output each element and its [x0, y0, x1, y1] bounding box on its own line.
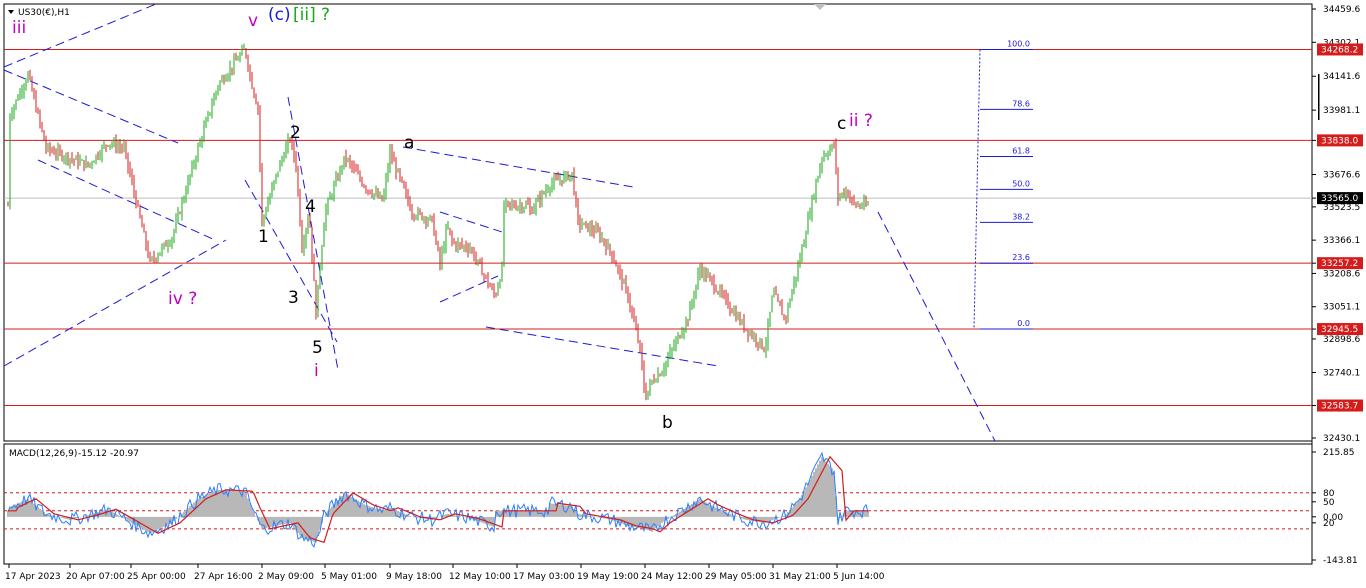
scale-scrollbar[interactable] [1318, 74, 1320, 120]
x-tick-label: 9 May 18:00 [386, 572, 442, 582]
y-tick-label: 33523.5 [1323, 203, 1360, 213]
x-tick-label: 17 May 03:00 [513, 572, 575, 582]
price-badge-label: 34268.2 [1321, 45, 1358, 55]
y-tick-label: 32740.1 [1323, 368, 1360, 378]
y-tick-label: 34141.6 [1323, 72, 1360, 82]
wave-label: iv ? [168, 289, 197, 309]
fib-label: 38.2 [1012, 212, 1030, 221]
wave-label: [ii] [293, 5, 316, 25]
wave-label: ? [321, 5, 330, 25]
wave-label: iii [12, 18, 26, 38]
y-tick-label: 33676.6 [1323, 171, 1360, 181]
fib-label: 100.0 [1007, 39, 1030, 48]
wave-label: 1 [258, 227, 269, 247]
wave-label: v [248, 11, 258, 31]
wave-label: (c) [268, 5, 291, 25]
y-tick-label: 33981.1 [1323, 106, 1360, 116]
wave-label: 5 [312, 338, 323, 358]
wave-label: 4 [305, 197, 316, 217]
x-tick-label: 27 Apr 16:00 [194, 572, 253, 582]
wave-label: 3 [288, 288, 299, 308]
wave-label: a [404, 133, 414, 153]
wave-label: ii ? [849, 111, 873, 131]
price-badge-label: 33565.0 [1321, 194, 1358, 204]
y-tick-label: 32430.1 [1323, 434, 1360, 444]
x-tick-label: 25 Apr 00:00 [127, 572, 186, 582]
fib-label: 0.0 [1017, 319, 1030, 328]
x-tick-label: 17 Apr 2023 [5, 572, 61, 582]
fib-label: 78.6 [1012, 99, 1030, 108]
price-badge-label: 33257.2 [1321, 259, 1358, 269]
wave-label: c [837, 114, 846, 134]
y-tick-label: 33366.1 [1323, 236, 1360, 246]
wave-label: i [314, 361, 319, 381]
price-chart[interactable]: 100.078.661.850.038.223.60.0 215.8580500… [0, 0, 1366, 588]
x-tick-label: 31 May 21:00 [769, 572, 831, 582]
wave-label: 2 [290, 123, 301, 143]
fib-label: 50.0 [1012, 179, 1030, 188]
macd-value: -15.12 [78, 449, 107, 459]
x-tick-label: 5 Jun 14:00 [833, 572, 885, 582]
price-badge-label: 33838.0 [1321, 136, 1358, 146]
y-tick-label: 32898.6 [1323, 335, 1360, 345]
macd-title: MACD(12,26,9) [9, 449, 77, 459]
macd-y-tick-label: 215.85 [1323, 448, 1355, 458]
x-tick-label: 19 May 19:00 [577, 572, 639, 582]
wave-label: b [662, 413, 673, 433]
macd-y-tick-label: 20 [1323, 519, 1335, 529]
x-tick-label: 24 May 12:00 [641, 572, 703, 582]
y-tick-label: 33208.6 [1323, 269, 1360, 279]
y-tick-label: 33051.1 [1323, 303, 1360, 313]
x-tick-label: 20 Apr 07:00 [66, 572, 125, 582]
macd-y-tick-label: 50 [1323, 498, 1335, 508]
price-badge-label: 32583.7 [1321, 402, 1358, 412]
macd-signal-value: -20.97 [110, 449, 139, 459]
price-badge-label: 32945.5 [1321, 325, 1358, 335]
macd-y-tick-label: -143.81 [1323, 556, 1358, 566]
symbol-title: US30(€),H1 [18, 8, 70, 18]
x-tick-label: 12 May 10:00 [449, 572, 511, 582]
y-tick-label: 34459.6 [1323, 5, 1360, 15]
fib-label: 23.6 [1012, 253, 1030, 262]
x-tick-label: 5 May 01:00 [321, 572, 377, 582]
x-tick-label: 2 May 09:00 [258, 572, 314, 582]
fib-label: 61.8 [1012, 146, 1030, 155]
x-tick-label: 29 May 05:00 [705, 572, 767, 582]
